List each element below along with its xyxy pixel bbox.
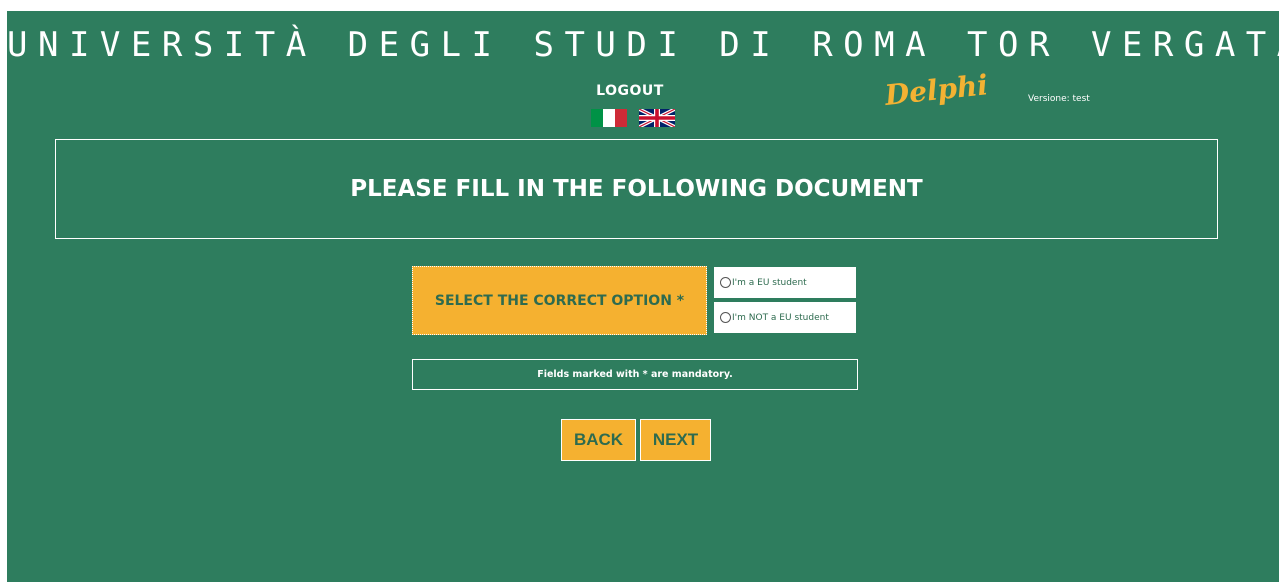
italian-flag-icon[interactable] — [591, 109, 627, 127]
page-title: PLEASE FILL IN THE FOLLOWING DOCUMENT — [350, 176, 923, 202]
mandatory-note-box: Fields marked with * are mandatory. — [412, 359, 858, 390]
page-background: UNIVERSITÀ DEGLI STUDI DI ROMA TOR VERGA… — [7, 11, 1279, 582]
delphi-logo: Delphi — [883, 68, 990, 112]
logout-link[interactable]: LOGOUT — [590, 83, 670, 99]
select-option-label-text: SELECT THE CORRECT OPTION * — [434, 292, 685, 309]
university-title: UNIVERSITÀ DEGLI STUDI DI ROMA TOR VERGA… — [7, 25, 1279, 65]
uk-flag-icon[interactable] — [638, 107, 676, 129]
non-eu-student-radio-option[interactable]: I'm NOT a EU student — [713, 301, 857, 334]
non-eu-student-radio[interactable] — [720, 312, 731, 323]
eu-student-radio-label: I'm a EU student — [732, 277, 807, 288]
back-button[interactable]: BACK — [561, 419, 636, 461]
version-label: Versione: test — [1028, 94, 1090, 104]
select-option-label: SELECT THE CORRECT OPTION * — [412, 266, 707, 335]
heading-box: PLEASE FILL IN THE FOLLOWING DOCUMENT — [55, 139, 1218, 239]
mandatory-note: Fields marked with * are mandatory. — [537, 369, 733, 380]
eu-student-radio[interactable] — [720, 277, 731, 288]
non-eu-student-radio-label: I'm NOT a EU student — [732, 312, 829, 323]
eu-student-radio-option[interactable]: I'm a EU student — [713, 266, 857, 299]
next-button[interactable]: NEXT — [640, 419, 711, 461]
